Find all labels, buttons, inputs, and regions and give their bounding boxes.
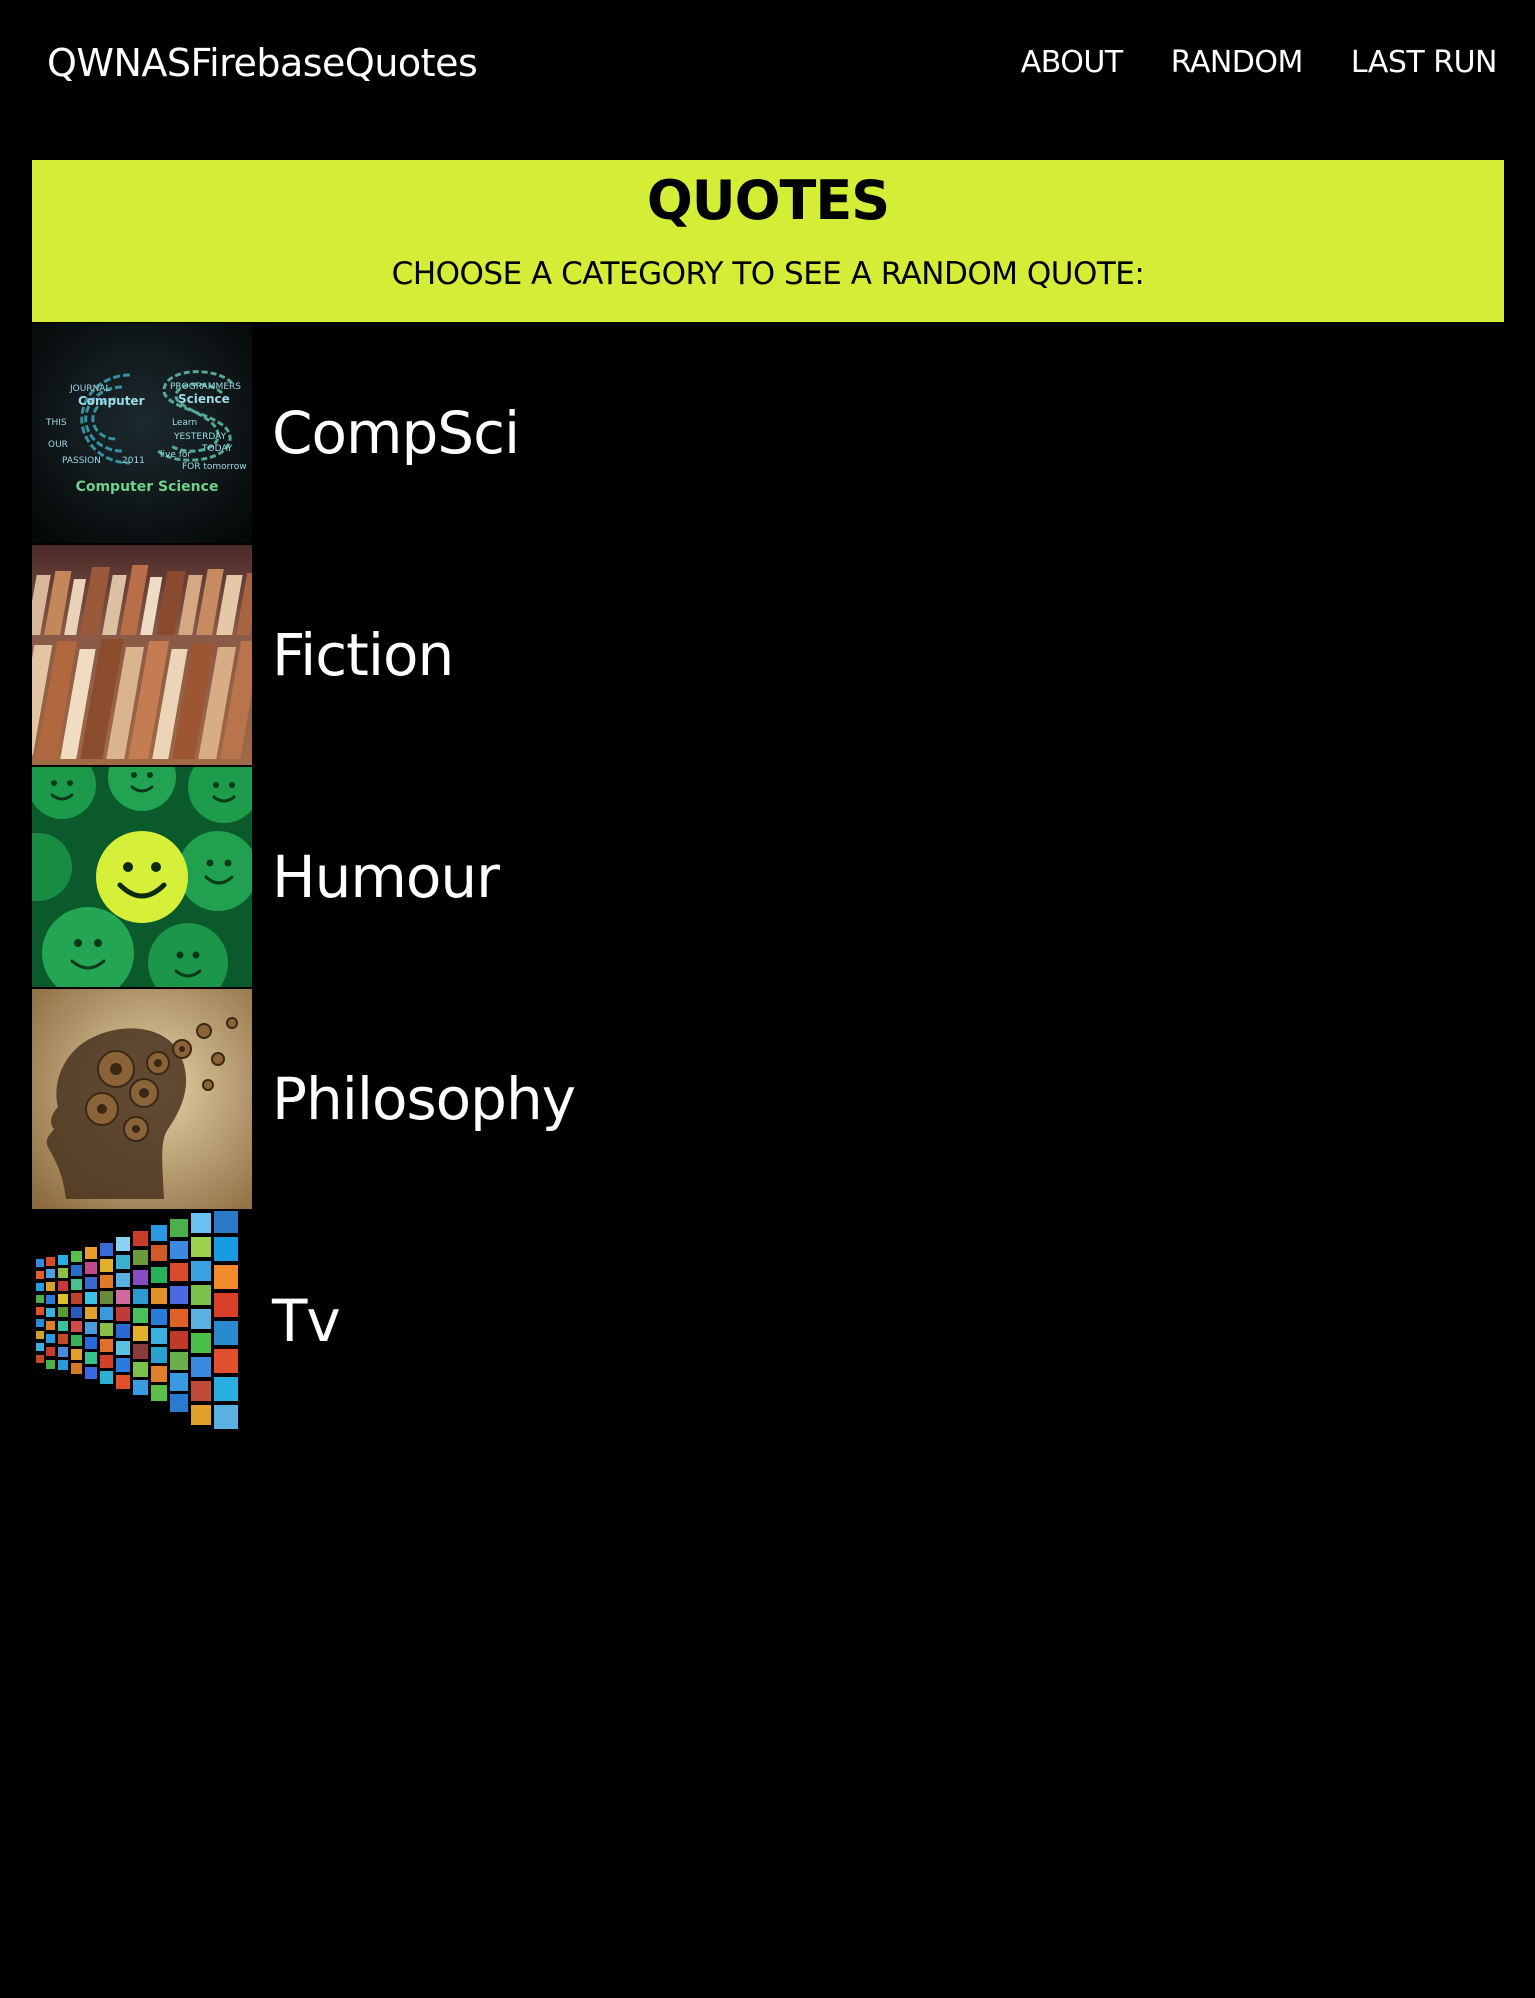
compsci-word: FOR tomorrow <box>182 462 247 472</box>
compsci-word: 2011 <box>122 456 145 466</box>
compsci-word: JOURNAL <box>69 384 110 394</box>
fiction-thumbnail <box>32 545 252 765</box>
nav-link-last-run[interactable]: LAST RUN <box>1351 42 1498 84</box>
category-label-tv: Tv <box>272 1287 341 1355</box>
compsci-word: Science <box>178 392 230 406</box>
page-subtitle: CHOOSE A CATEGORY TO SEE A RANDOM QUOTE: <box>391 256 1145 292</box>
compsci-image-caption: Computer Science <box>76 479 219 495</box>
tv-thumbnail <box>32 1211 252 1431</box>
compsci-word: TODAY <box>201 444 233 454</box>
category-item-compsci[interactable]: JOURNAL Computer PROGRAMMERS Science THI… <box>32 322 1504 544</box>
nav-link-random[interactable]: RANDOM <box>1171 42 1304 84</box>
compsci-word: PASSION <box>62 456 101 466</box>
brand-link[interactable]: QWNASFirebaseQuotes <box>47 38 478 88</box>
category-item-fiction[interactable]: Fiction <box>32 544 1504 766</box>
hero-banner: QUOTES CHOOSE A CATEGORY TO SEE A RANDOM… <box>32 160 1504 322</box>
compsci-word: THIS <box>45 418 67 428</box>
page-title: QUOTES <box>646 169 890 232</box>
compsci-word: PROGRAMMERS <box>170 382 241 392</box>
humour-thumbnail <box>32 767 252 987</box>
compsci-thumbnail: JOURNAL Computer PROGRAMMERS Science THI… <box>32 323 252 543</box>
compsci-word: OUR <box>48 440 68 450</box>
category-label-compsci: CompSci <box>272 399 520 467</box>
compsci-word: Computer <box>78 394 145 408</box>
philosophy-thumbnail <box>32 989 252 1209</box>
nav-links: ABOUT RANDOM LAST RUN <box>1021 42 1498 84</box>
compsci-word: live for <box>160 450 191 460</box>
category-list: JOURNAL Computer PROGRAMMERS Science THI… <box>32 322 1504 1432</box>
category-item-humour[interactable]: Humour <box>32 766 1504 988</box>
compsci-word: YESTERDAY <box>173 432 227 442</box>
category-item-philosophy[interactable]: Philosophy <box>32 988 1504 1210</box>
category-label-humour: Humour <box>272 843 500 911</box>
navbar: QWNASFirebaseQuotes ABOUT RANDOM LAST RU… <box>0 0 1535 128</box>
category-label-philosophy: Philosophy <box>272 1065 576 1133</box>
category-item-tv[interactable]: Tv <box>32 1210 1504 1432</box>
category-label-fiction: Fiction <box>272 621 454 689</box>
compsci-word: Learn <box>172 418 197 428</box>
nav-link-about[interactable]: ABOUT <box>1021 42 1123 84</box>
